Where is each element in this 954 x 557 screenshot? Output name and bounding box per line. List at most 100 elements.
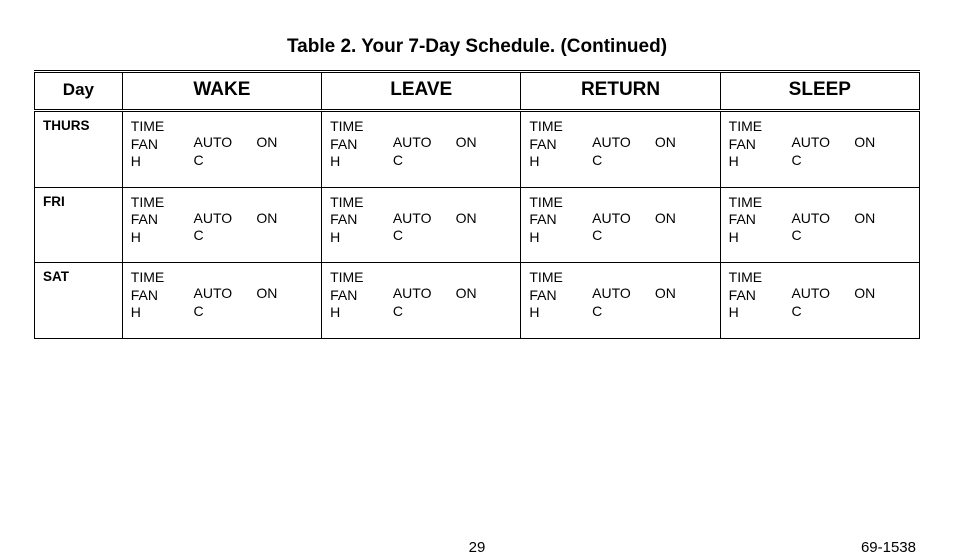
cell-label: FAN — [529, 287, 586, 305]
cell-label: C — [592, 227, 649, 245]
cell-label: FAN — [131, 136, 188, 154]
cell-label: ON — [456, 134, 513, 152]
table-row: THURS TIME FAN H AUTO C ON — [35, 111, 920, 188]
cell-label: AUTO — [194, 210, 251, 228]
header-leave: LEAVE — [322, 72, 521, 111]
cell-label: AUTO — [194, 285, 251, 303]
document-id: 69-1538 — [861, 539, 916, 556]
schedule-cell: TIME FAN H AUTO C ON — [521, 111, 720, 188]
day-cell: SAT — [35, 263, 123, 339]
cell-label: ON — [655, 134, 712, 152]
table-title: Table 2. Your 7-Day Schedule. (Continued… — [34, 36, 920, 58]
schedule-cell: TIME FAN H AUTO C ON — [322, 263, 521, 339]
cell-label: C — [393, 303, 450, 321]
cell-label: ON — [854, 285, 911, 303]
cell-label: AUTO — [393, 134, 450, 152]
cell-label: C — [592, 303, 649, 321]
cell-label: TIME — [330, 194, 387, 212]
cell-label: H — [330, 229, 387, 247]
cell-label: TIME — [529, 194, 586, 212]
header-day: Day — [35, 72, 123, 111]
schedule-cell: TIME FAN H AUTO C ON — [720, 263, 919, 339]
cell-label: FAN — [729, 287, 786, 305]
cell-label: ON — [854, 210, 911, 228]
cell-label: TIME — [729, 118, 786, 136]
cell-label: ON — [256, 134, 313, 152]
cell-label: AUTO — [791, 134, 848, 152]
cell-label: TIME — [529, 118, 586, 136]
cell-label: TIME — [131, 269, 188, 287]
cell-label: FAN — [131, 211, 188, 229]
table-header-row: Day WAKE LEAVE RETURN SLEEP — [35, 72, 920, 111]
schedule-cell: TIME FAN H AUTO C ON — [122, 187, 321, 263]
cell-label: AUTO — [791, 285, 848, 303]
cell-label: AUTO — [592, 285, 649, 303]
cell-label: C — [393, 227, 450, 245]
table-row: FRI TIME FAN H AUTO C ON — [35, 187, 920, 263]
cell-label: H — [131, 304, 188, 322]
cell-label: C — [592, 152, 649, 170]
cell-label: AUTO — [592, 134, 649, 152]
cell-label: H — [131, 153, 188, 171]
cell-label: H — [529, 229, 586, 247]
cell-label: C — [194, 303, 251, 321]
schedule-cell: TIME FAN H AUTO C ON — [322, 187, 521, 263]
cell-label: H — [729, 229, 786, 247]
schedule-cell: TIME FAN H AUTO C ON — [521, 263, 720, 339]
schedule-cell: TIME FAN H AUTO C ON — [122, 111, 321, 188]
table-row: SAT TIME FAN H AUTO C ON — [35, 263, 920, 339]
cell-label: ON — [256, 210, 313, 228]
page: Table 2. Your 7-Day Schedule. (Continued… — [0, 0, 954, 557]
schedule-table: Day WAKE LEAVE RETURN SLEEP THURS TIME F… — [34, 70, 920, 339]
schedule-cell: TIME FAN H AUTO C ON — [720, 187, 919, 263]
cell-label: C — [791, 152, 848, 170]
cell-label: ON — [655, 210, 712, 228]
cell-label: H — [529, 153, 586, 171]
cell-label: TIME — [131, 194, 188, 212]
cell-label: ON — [256, 285, 313, 303]
page-number: 29 — [0, 539, 954, 556]
cell-label: H — [529, 304, 586, 322]
cell-label: ON — [456, 285, 513, 303]
cell-label: FAN — [131, 287, 188, 305]
cell-label: AUTO — [194, 134, 251, 152]
cell-label: C — [194, 152, 251, 170]
cell-label: FAN — [330, 211, 387, 229]
cell-label: ON — [655, 285, 712, 303]
schedule-cell: TIME FAN H AUTO C ON — [720, 111, 919, 188]
day-cell: THURS — [35, 111, 123, 188]
cell-label: C — [393, 152, 450, 170]
cell-label: AUTO — [791, 210, 848, 228]
cell-label: FAN — [729, 136, 786, 154]
cell-label: TIME — [729, 194, 786, 212]
header-wake: WAKE — [122, 72, 321, 111]
schedule-cell: TIME FAN H AUTO C ON — [322, 111, 521, 188]
cell-label: C — [194, 227, 251, 245]
cell-label: TIME — [330, 269, 387, 287]
cell-label: H — [729, 153, 786, 171]
cell-label: H — [131, 229, 188, 247]
cell-label: H — [330, 304, 387, 322]
cell-label: H — [729, 304, 786, 322]
cell-label: C — [791, 227, 848, 245]
schedule-cell: TIME FAN H AUTO C ON — [521, 187, 720, 263]
schedule-cell: TIME FAN H AUTO C ON — [122, 263, 321, 339]
cell-label: C — [791, 303, 848, 321]
cell-label: TIME — [729, 269, 786, 287]
cell-label: H — [330, 153, 387, 171]
cell-label: FAN — [729, 211, 786, 229]
header-return: RETURN — [521, 72, 720, 111]
day-cell: FRI — [35, 187, 123, 263]
cell-label: FAN — [330, 136, 387, 154]
cell-label: AUTO — [592, 210, 649, 228]
cell-label: FAN — [330, 287, 387, 305]
cell-label: TIME — [131, 118, 188, 136]
cell-label: AUTO — [393, 210, 450, 228]
cell-label: AUTO — [393, 285, 450, 303]
cell-label: ON — [854, 134, 911, 152]
cell-label: TIME — [330, 118, 387, 136]
header-sleep: SLEEP — [720, 72, 919, 111]
cell-label: FAN — [529, 211, 586, 229]
cell-label: FAN — [529, 136, 586, 154]
cell-label: ON — [456, 210, 513, 228]
